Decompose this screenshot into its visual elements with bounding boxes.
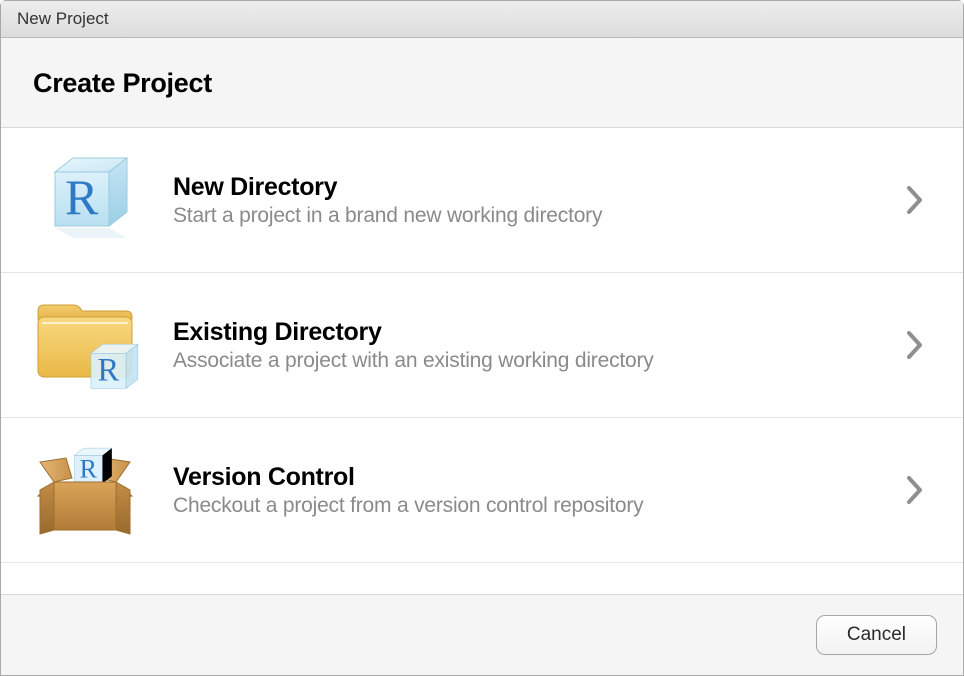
window-title: New Project (17, 9, 109, 28)
svg-text:R: R (98, 353, 120, 389)
option-title: Existing Directory (173, 318, 895, 347)
option-version-control[interactable]: R Version Control Checkout a project fro… (1, 418, 963, 563)
svg-text:R: R (80, 454, 98, 483)
option-description: Associate a project with an existing wor… (173, 349, 895, 373)
option-title: New Directory (173, 173, 895, 202)
option-existing-directory[interactable]: R Existing Directory Associate a project… (1, 273, 963, 418)
box-cube-icon: R (25, 440, 145, 540)
cancel-button[interactable]: Cancel (816, 615, 937, 655)
option-text: Version Control Checkout a project from … (145, 463, 895, 518)
chevron-right-icon (895, 476, 935, 504)
option-title: Version Control (173, 463, 895, 492)
chevron-right-icon (895, 331, 935, 359)
option-list: R New Directory Start a project in a bra… (1, 128, 963, 563)
dialog-footer: Cancel (1, 594, 963, 675)
dialog-header: Create Project (1, 38, 963, 128)
option-new-directory[interactable]: R New Directory Start a project in a bra… (1, 128, 963, 273)
r-cube-icon: R (25, 150, 145, 250)
page-title: Create Project (33, 68, 931, 99)
svg-text:R: R (65, 169, 99, 225)
option-text: New Directory Start a project in a brand… (145, 173, 895, 228)
option-text: Existing Directory Associate a project w… (145, 318, 895, 373)
window-titlebar: New Project (1, 1, 963, 38)
chevron-right-icon (895, 186, 935, 214)
option-description: Start a project in a brand new working d… (173, 204, 895, 228)
option-description: Checkout a project from a version contro… (173, 494, 895, 518)
folder-cube-icon: R (25, 295, 145, 395)
